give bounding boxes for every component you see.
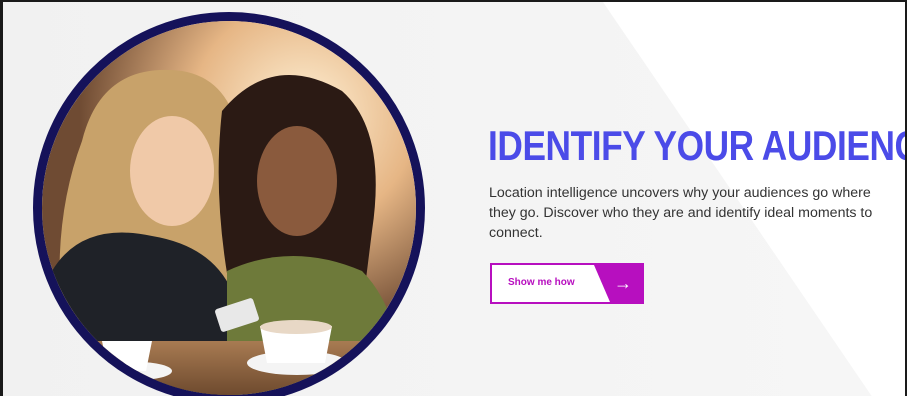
- cta-label: Show me how: [508, 277, 575, 288]
- show-me-how-button[interactable]: Show me how →: [490, 263, 644, 304]
- page-title: IDENTIFY YOUR AUDIENCE: [488, 122, 907, 169]
- hero-section: IDENTIFY YOUR AUDIENCE Location intellig…: [0, 0, 907, 396]
- hero-description: Location intelligence uncovers why your …: [489, 185, 873, 241]
- arrow-right-icon: →: [614, 273, 632, 293]
- hero-photo: [33, 12, 425, 396]
